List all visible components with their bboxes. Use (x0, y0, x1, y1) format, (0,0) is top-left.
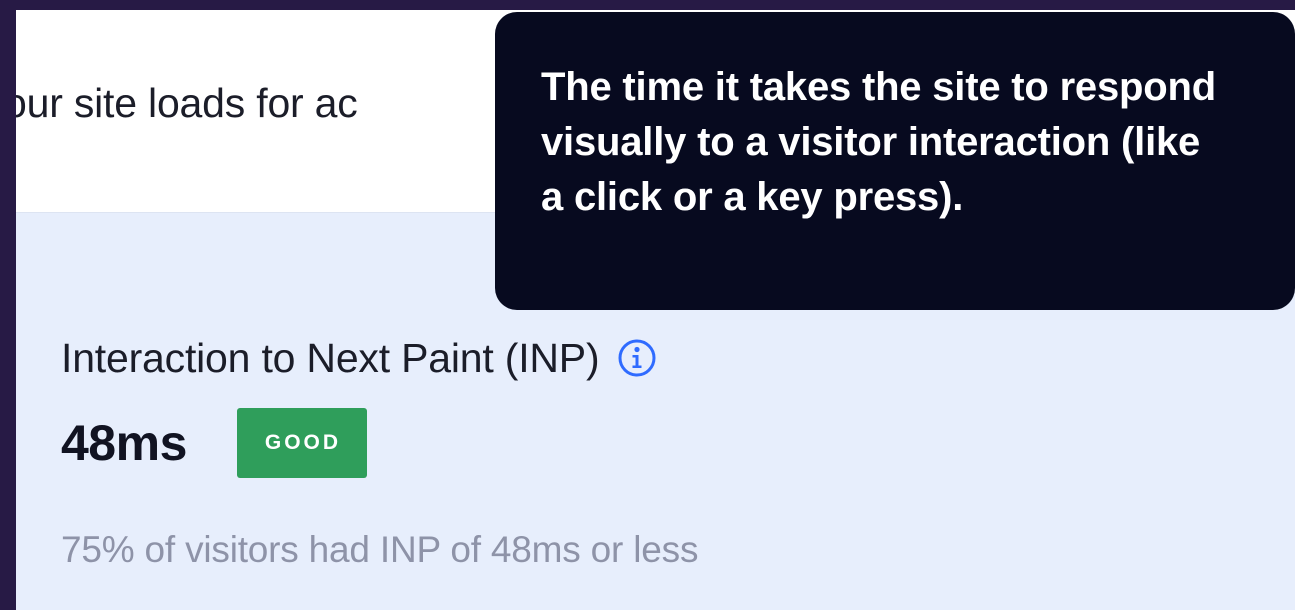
info-circle-icon[interactable] (617, 338, 657, 378)
info-circle-icon-graphic (618, 339, 656, 377)
metric-value-row: 48ms GOOD (61, 408, 368, 478)
metric-value: 48ms (61, 415, 187, 471)
page: our site loads for ac Interaction to Nex… (0, 0, 1295, 610)
info-tooltip: The time it takes the site to respond vi… (495, 12, 1295, 310)
metric-description: 75% of visitors had INP of 48ms or less (61, 529, 699, 570)
tooltip-text: The time it takes the site to respond vi… (541, 65, 1216, 219)
status-badge: GOOD (236, 408, 368, 478)
metric-title-row: Interaction to Next Paint (INP) (61, 333, 657, 383)
intro-text: our site loads for ac (16, 80, 358, 126)
metric-title: Interaction to Next Paint (INP) (61, 334, 600, 381)
